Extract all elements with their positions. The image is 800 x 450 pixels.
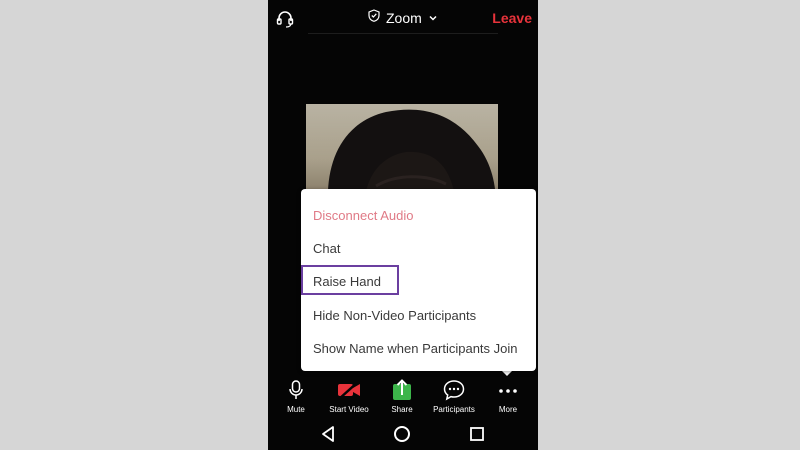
start-video-label: Start Video xyxy=(329,405,369,414)
share-label: Share xyxy=(391,405,413,414)
phone-screen: Zoom Leave Mute Start Video Share Partic… xyxy=(268,0,538,450)
home-icon[interactable] xyxy=(390,422,414,446)
menu-item-show-name-when-participants-join[interactable]: Show Name when Participants Join xyxy=(313,341,518,356)
meeting-title: Zoom xyxy=(386,10,422,26)
participants-label: Participants xyxy=(433,405,475,414)
video-off-icon xyxy=(337,378,361,402)
menu-item-chat[interactable]: Chat xyxy=(313,241,340,256)
share-icon xyxy=(390,378,414,402)
shield-icon xyxy=(368,9,380,27)
mute-label: Mute xyxy=(287,405,305,414)
menu-item-disconnect-audio[interactable]: Disconnect Audio xyxy=(313,208,413,223)
meeting-toolbar: Mute Start Video Share Participants More xyxy=(268,378,538,416)
meeting-title-dropdown[interactable]: Zoom xyxy=(368,8,438,28)
start-video-button[interactable]: Start Video xyxy=(324,378,374,416)
more-button[interactable]: More xyxy=(494,378,522,416)
microphone-icon xyxy=(284,378,308,402)
participants-button[interactable]: Participants xyxy=(428,378,480,416)
back-icon[interactable] xyxy=(316,422,340,446)
headset-icon[interactable] xyxy=(274,8,296,30)
chevron-down-icon xyxy=(428,9,438,27)
more-label: More xyxy=(498,405,518,414)
meeting-top-bar: Zoom Leave xyxy=(268,0,538,36)
share-button[interactable]: Share xyxy=(388,378,416,416)
leave-button[interactable]: Leave xyxy=(492,10,532,26)
mute-button[interactable]: Mute xyxy=(282,378,310,416)
more-options-menu: Disconnect Audio Chat Raise Hand Hide No… xyxy=(301,189,536,371)
more-icon xyxy=(496,378,520,402)
menu-item-raise-hand[interactable]: Raise Hand xyxy=(313,274,381,289)
divider xyxy=(308,33,498,34)
recents-icon[interactable] xyxy=(465,422,489,446)
participants-icon xyxy=(442,378,466,402)
menu-item-hide-non-video-participants[interactable]: Hide Non-Video Participants xyxy=(313,308,476,323)
android-nav-bar xyxy=(268,418,538,450)
